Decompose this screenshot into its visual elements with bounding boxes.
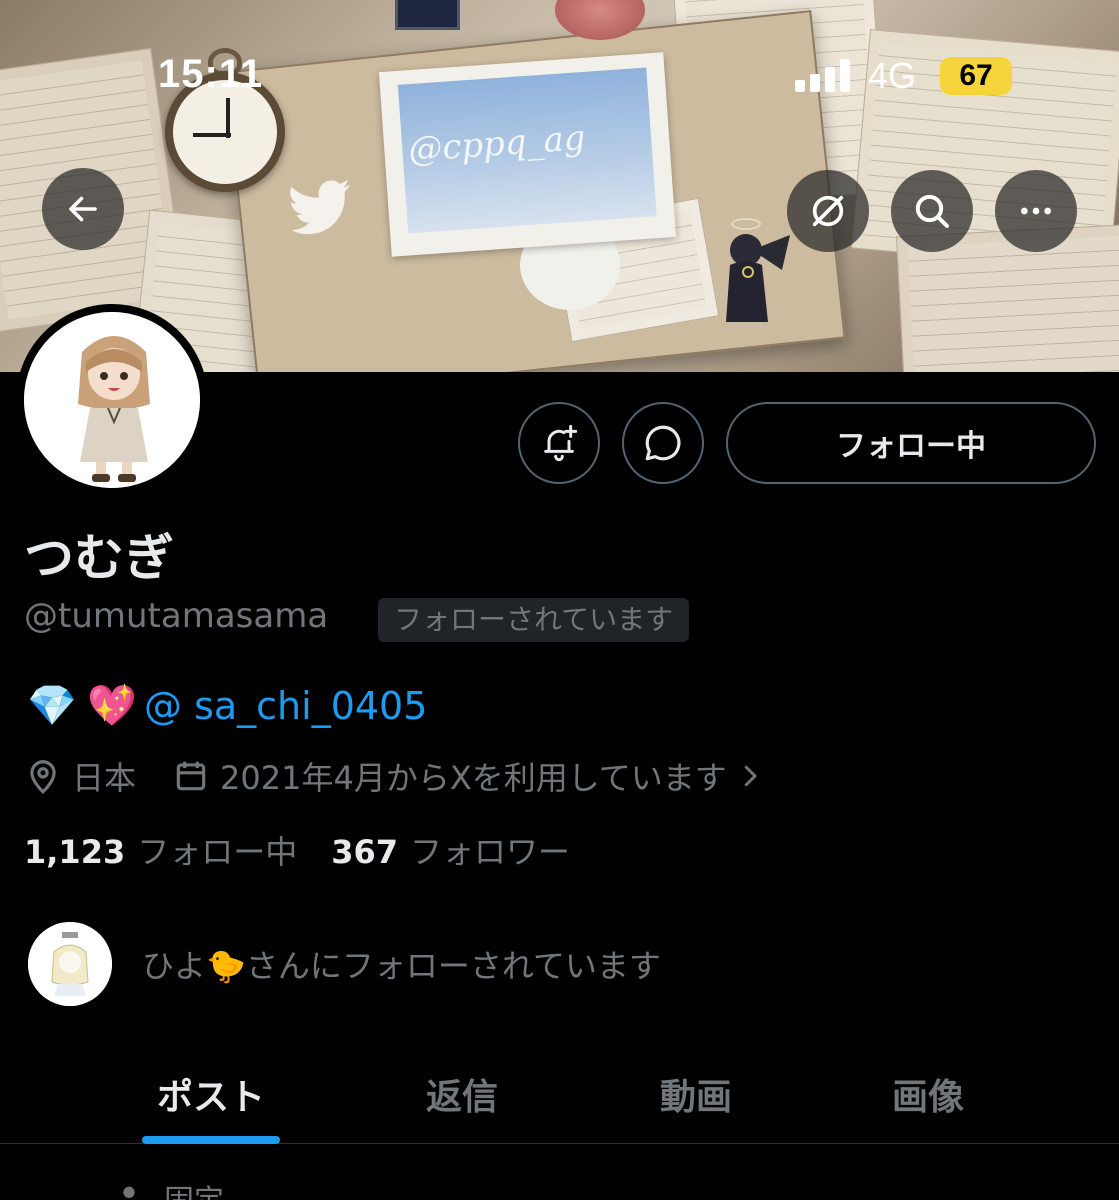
message-button[interactable] bbox=[622, 402, 704, 484]
tab-posts[interactable]: ポスト bbox=[142, 1068, 280, 1120]
following-button[interactable]: フォロー中 bbox=[726, 402, 1096, 484]
status-time: 15:11 bbox=[158, 52, 264, 96]
followers-label: フォロワー bbox=[410, 833, 571, 871]
grok-icon bbox=[812, 195, 844, 227]
follow-counts: 1,123 フォロー中 367 フォロワー bbox=[24, 828, 570, 872]
more-icon bbox=[1021, 207, 1051, 215]
follows-you-badge: フォローされています bbox=[378, 598, 690, 642]
battery-indicator: 67 bbox=[940, 57, 1012, 95]
arrow-left-icon bbox=[69, 196, 97, 222]
search-icon bbox=[915, 194, 949, 228]
profile-bio: 💎 💖 @ sa_chi_0405 bbox=[24, 682, 427, 729]
angel-illustration bbox=[726, 218, 790, 322]
display-name: つむぎ bbox=[24, 529, 174, 587]
more-button[interactable] bbox=[995, 170, 1077, 252]
following-count: 1,123 bbox=[24, 833, 126, 871]
location-text: 日本 bbox=[72, 759, 137, 797]
search-button[interactable] bbox=[891, 170, 973, 252]
sparkling-heart-emoji: 💖 bbox=[87, 683, 137, 729]
active-tab-indicator bbox=[142, 1136, 280, 1144]
message-icon bbox=[645, 425, 681, 461]
pinned-label-row: 固定 bbox=[112, 1176, 224, 1200]
bell-plus-icon bbox=[544, 424, 578, 462]
followed-by-text: ひよ🐤さんにフォローされています bbox=[142, 947, 661, 985]
profile-tabs: ポスト 返信 動画 画像 bbox=[0, 1048, 1119, 1144]
back-button[interactable] bbox=[42, 168, 124, 250]
profile-meta: 日本 2021年4月からXを利用しています bbox=[24, 754, 765, 798]
joined-date[interactable]: 2021年4月からXを利用しています bbox=[220, 753, 727, 799]
avatar-illustration bbox=[24, 312, 200, 488]
followed-by-row[interactable]: ひよ🐤さんにフォローされています bbox=[28, 922, 661, 1006]
bio-mention-link[interactable]: @ sa_chi_0405 bbox=[144, 684, 427, 728]
banner-photo: @cppq_ag bbox=[378, 52, 677, 257]
network-type: 4G bbox=[868, 55, 917, 96]
following-label: フォロー中 bbox=[137, 833, 298, 871]
followers-count: 367 bbox=[331, 833, 399, 871]
tab-videos[interactable]: 動画 bbox=[634, 1068, 758, 1120]
user-handle: @tumutamasama bbox=[24, 596, 329, 636]
cellular-signal-icon bbox=[795, 58, 851, 92]
grok-button[interactable] bbox=[787, 170, 869, 252]
notify-button[interactable] bbox=[518, 402, 600, 484]
profile-banner[interactable]: @cppq_ag 15:11 4G 67 bbox=[0, 0, 1119, 372]
calendar-icon bbox=[176, 761, 206, 791]
gem-emoji: 💎 bbox=[27, 683, 77, 729]
following-link[interactable]: 1,123 フォロー中 bbox=[24, 827, 297, 873]
location-icon bbox=[30, 760, 56, 794]
person-icon bbox=[123, 1186, 135, 1198]
tab-replies[interactable]: 返信 bbox=[400, 1068, 524, 1120]
banner-inkbottle bbox=[395, 0, 460, 30]
bird-icon bbox=[287, 177, 358, 249]
followers-link[interactable]: 367 フォロワー bbox=[331, 827, 570, 873]
pinned-label: 固定 bbox=[164, 1176, 224, 1200]
profile-avatar[interactable] bbox=[16, 304, 208, 496]
tab-images[interactable]: 画像 bbox=[866, 1068, 990, 1120]
follower-avatar bbox=[28, 922, 112, 1006]
chevron-right-icon[interactable] bbox=[735, 761, 765, 791]
